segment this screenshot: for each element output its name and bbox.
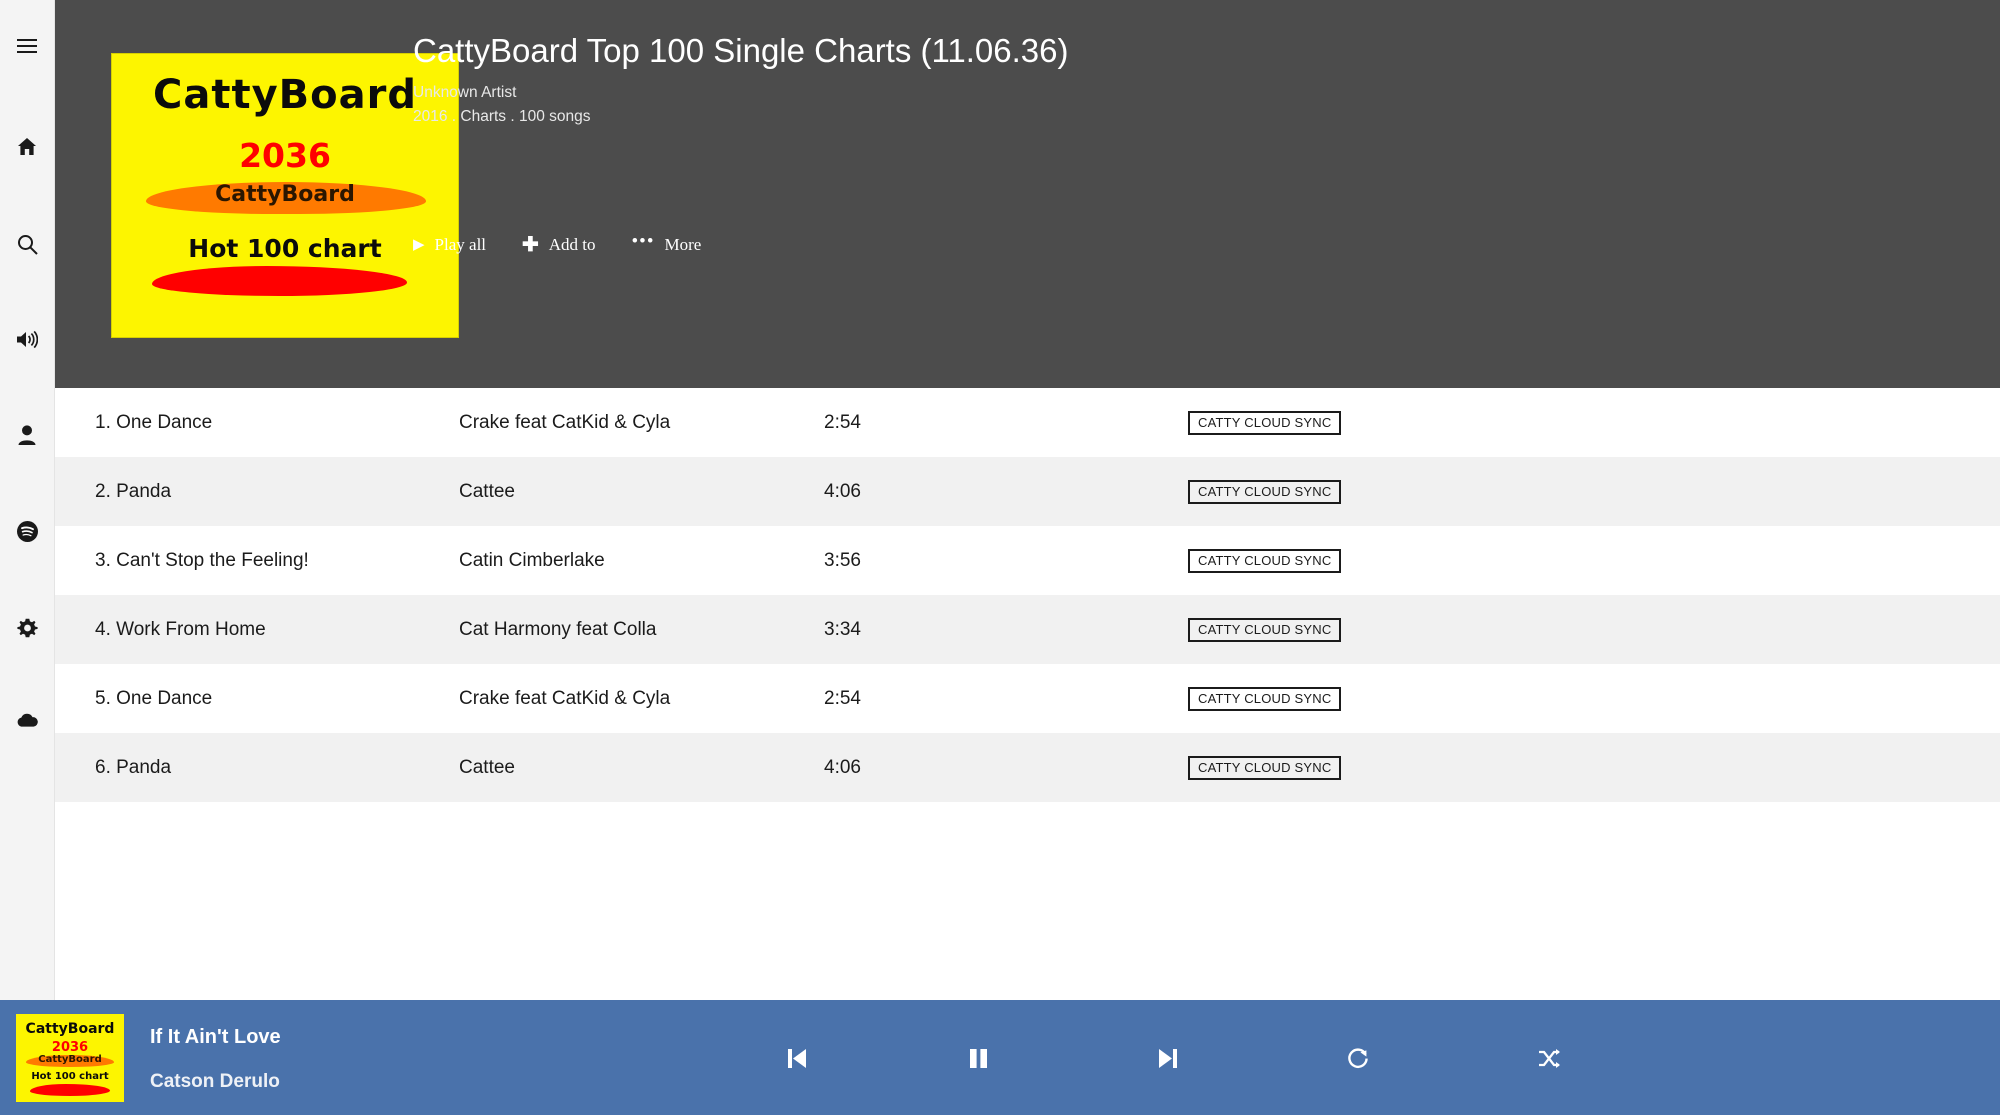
now-playing-info: If It Ain't Love Catson Derulo [150, 1026, 281, 1093]
now-playing-cover-art[interactable]: CattyBoard 2036 CattyBoard Hot 100 chart [16, 1014, 124, 1102]
player-cover-tagline: Hot 100 chart [31, 1071, 109, 1082]
track-title: 1. One Dance [95, 411, 213, 433]
play-all-button[interactable]: ▶ Play all [413, 235, 486, 255]
repeat-button[interactable] [1347, 1047, 1369, 1069]
album-meta: 2016 . Charts . 100 songs [413, 108, 591, 126]
user-account-icon [18, 425, 36, 445]
sidebar-item-cloud[interactable] [0, 713, 55, 727]
repeat-icon [1347, 1047, 1369, 1069]
player-cover-subtitle: CattyBoard [38, 1054, 102, 1065]
catty-cloud-sync-badge[interactable]: CATTY CLOUD SYNC [1188, 410, 1342, 435]
plus-icon: ✚ [522, 234, 539, 256]
shuffle-button[interactable] [1538, 1048, 1561, 1069]
track-title: 2. Panda [95, 480, 172, 502]
cover-subtitle: CattyBoard [215, 182, 355, 207]
track-artist: Cattee [459, 480, 515, 502]
add-to-label: Add to [548, 235, 596, 254]
speaker-volume-icon [16, 330, 38, 349]
track-duration: 2:54 [824, 687, 861, 709]
track-artist: Cat Harmony feat Colla [459, 618, 657, 640]
catty-cloud-sync-badge[interactable]: CATTY CLOUD SYNC [1188, 548, 1342, 573]
music-app-window: CattyBoard 2036 CattyBoard Hot 100 chart… [0, 0, 2000, 1115]
page-title: CattyBoard Top 100 Single Charts (11.06.… [413, 32, 1069, 69]
album-artist: Unknown Artist [413, 84, 517, 102]
now-playing-artist: Catson Derulo [150, 1071, 280, 1092]
pause-icon [969, 1048, 988, 1069]
player-cover-title: CattyBoard [25, 1021, 115, 1037]
search-icon [17, 234, 38, 255]
table-row[interactable]: 1. One Dance Crake feat CatKid & Cyla 2:… [55, 388, 2000, 457]
player-bar: CattyBoard 2036 CattyBoard Hot 100 chart… [0, 1000, 2000, 1115]
table-row[interactable]: 5. One Dance Crake feat CatKid & Cyla 2:… [55, 664, 2000, 733]
cover-tagline: Hot 100 chart [188, 234, 382, 263]
play-all-label: Play all [434, 235, 487, 254]
player-cover-year: 2036 [51, 1040, 89, 1055]
track-duration: 3:56 [824, 549, 861, 571]
sidebar-item-search[interactable] [0, 234, 55, 255]
home-icon [17, 137, 37, 157]
more-button[interactable]: ••• More [631, 230, 702, 255]
track-title: 6. Panda [95, 756, 172, 778]
album-cover-art: CattyBoard 2036 CattyBoard Hot 100 chart [111, 53, 459, 338]
table-row[interactable]: 3. Can't Stop the Feeling! Catin Cimberl… [55, 526, 2000, 595]
cover-year: 2036 [239, 136, 331, 175]
album-action-bar: ▶ Play all ✚ Add to ••• More [413, 230, 702, 256]
sidebar-item-home[interactable] [0, 137, 55, 157]
cover-title: CattyBoard [153, 72, 417, 118]
play-icon: ▶ [413, 236, 425, 253]
sidebar-item-settings[interactable] [0, 618, 55, 639]
track-list: 1. One Dance Crake feat CatKid & Cyla 2:… [55, 388, 2000, 802]
sidebar-item-menu[interactable] [0, 38, 55, 54]
now-playing-song: If It Ain't Love [150, 1026, 281, 1048]
album-info: CattyBoard Top 100 Single Charts (11.06.… [413, 30, 1513, 126]
cloud-icon [16, 713, 39, 727]
next-track-button[interactable] [1158, 1048, 1177, 1069]
table-row[interactable]: 6. Panda Cattee 4:06 CATTY CLOUD SYNC [55, 733, 2000, 802]
catty-cloud-sync-badge[interactable]: CATTY CLOUD SYNC [1188, 686, 1342, 711]
track-title: 3. Can't Stop the Feeling! [95, 549, 309, 571]
catty-cloud-sync-badge[interactable]: CATTY CLOUD SYNC [1188, 479, 1342, 504]
track-artist: Cattee [459, 756, 515, 778]
track-artist: Crake feat CatKid & Cyla [459, 687, 671, 709]
player-cover-red-brush [30, 1084, 110, 1096]
track-duration: 4:06 [824, 480, 861, 502]
pause-button[interactable] [969, 1048, 988, 1069]
track-artist: Crake feat CatKid & Cyla [459, 411, 671, 433]
skip-next-icon [1158, 1048, 1177, 1069]
table-row[interactable]: 4. Work From Home Cat Harmony feat Colla… [55, 595, 2000, 664]
spotify-icon [16, 521, 38, 542]
shuffle-icon [1538, 1048, 1561, 1069]
gear-icon [16, 618, 38, 639]
left-sidebar [0, 0, 55, 1115]
track-duration: 4:06 [824, 756, 861, 778]
player-controls [788, 1000, 2000, 1115]
track-artist: Catin Cimberlake [459, 549, 605, 571]
catty-cloud-sync-badge[interactable]: CATTY CLOUD SYNC [1188, 755, 1342, 780]
previous-track-button[interactable] [788, 1048, 807, 1069]
cover-red-brush [152, 266, 407, 296]
sidebar-item-volume[interactable] [0, 330, 55, 349]
add-to-button[interactable]: ✚ Add to [522, 235, 596, 255]
skip-previous-icon [788, 1048, 807, 1069]
track-duration: 2:54 [824, 411, 861, 433]
hamburger-menu-icon [16, 38, 38, 54]
track-title: 5. One Dance [95, 687, 213, 709]
sidebar-item-spotify[interactable] [0, 521, 55, 542]
catty-cloud-sync-badge[interactable]: CATTY CLOUD SYNC [1188, 617, 1342, 642]
ellipsis-icon: ••• [631, 230, 655, 252]
track-duration: 3:34 [824, 618, 861, 640]
table-row[interactable]: 2. Panda Cattee 4:06 CATTY CLOUD SYNC [55, 457, 2000, 526]
track-title: 4. Work From Home [95, 618, 266, 640]
more-label: More [664, 235, 702, 254]
sidebar-item-account[interactable] [0, 425, 55, 445]
album-header: CattyBoard 2036 CattyBoard Hot 100 chart… [55, 0, 2000, 388]
